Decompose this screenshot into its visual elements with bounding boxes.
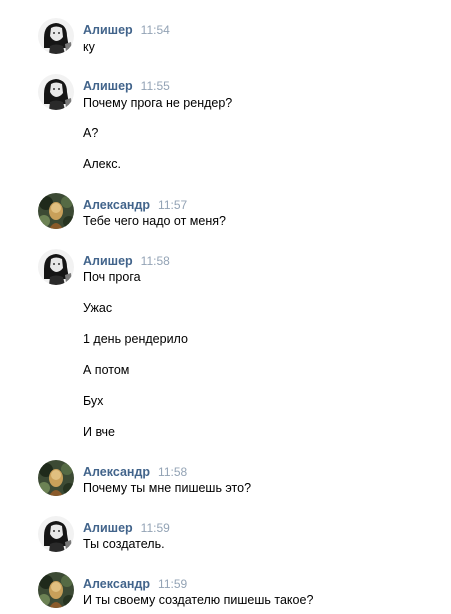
user-photo-icon — [38, 249, 74, 285]
user-photo-icon — [38, 516, 74, 552]
avatar[interactable] — [38, 74, 74, 110]
message-text: 1 день рендерило — [83, 332, 188, 346]
author-name[interactable]: Алишер — [83, 23, 133, 37]
message-text: Алекс. — [83, 157, 121, 171]
avatar[interactable] — [38, 460, 74, 496]
avatar[interactable] — [38, 516, 74, 552]
author-line: Александр 11:58 — [83, 463, 187, 479]
author-name[interactable]: Александр — [83, 198, 150, 212]
message-time[interactable]: 11:58 — [158, 465, 187, 479]
message-text: А потом — [83, 363, 130, 377]
avatar[interactable] — [38, 249, 74, 285]
message-text: ку — [83, 40, 95, 54]
user-photo-icon — [38, 74, 74, 110]
author-name[interactable]: Алишер — [83, 79, 133, 93]
user-photo-icon — [38, 193, 74, 229]
author-line: Алишер 11:59 — [83, 519, 170, 535]
author-name[interactable]: Александр — [83, 465, 150, 479]
message-time[interactable]: 11:58 — [141, 254, 170, 268]
author-line: Александр 11:57 — [83, 196, 187, 212]
author-line: Алишер 11:54 — [83, 21, 170, 37]
user-photo-icon — [38, 460, 74, 496]
user-photo-icon — [38, 18, 74, 54]
author-line: Алишер 11:58 — [83, 252, 170, 268]
author-name[interactable]: Александр — [83, 577, 150, 591]
message-text: Ужас — [83, 301, 113, 315]
message-time[interactable]: 11:57 — [158, 198, 187, 212]
message-history: Алишер 11:54 ку Алишер 11:55 Почему прога … — [0, 0, 451, 614]
avatar[interactable] — [38, 193, 74, 229]
avatar[interactable] — [38, 18, 74, 54]
message-text: Почему ты мне пишешь это? — [83, 481, 252, 495]
message-text: Поч прога — [83, 270, 141, 284]
message-text: Бух — [83, 394, 104, 408]
message-text: А? — [83, 126, 99, 140]
author-name[interactable]: Алишер — [83, 521, 133, 535]
message-text: И вче — [83, 425, 116, 439]
message-time[interactable]: 11:59 — [141, 521, 170, 535]
message-time[interactable]: 11:55 — [141, 79, 170, 93]
author-line: Александр 11:59 — [83, 575, 187, 591]
author-line: Алишер 11:55 — [83, 77, 170, 93]
message-text: Ты создатель. — [83, 537, 165, 551]
message-text: Почему прога не рендер? — [83, 96, 233, 110]
message-time[interactable]: 11:54 — [141, 23, 170, 37]
message-text: И ты своему создателю пишешь такое? — [83, 593, 314, 607]
message-time[interactable]: 11:59 — [158, 577, 187, 591]
avatar[interactable] — [38, 572, 74, 608]
message-text: Тебе чего надо от меня? — [83, 214, 226, 228]
user-photo-icon — [38, 572, 74, 608]
author-name[interactable]: Алишер — [83, 254, 133, 268]
